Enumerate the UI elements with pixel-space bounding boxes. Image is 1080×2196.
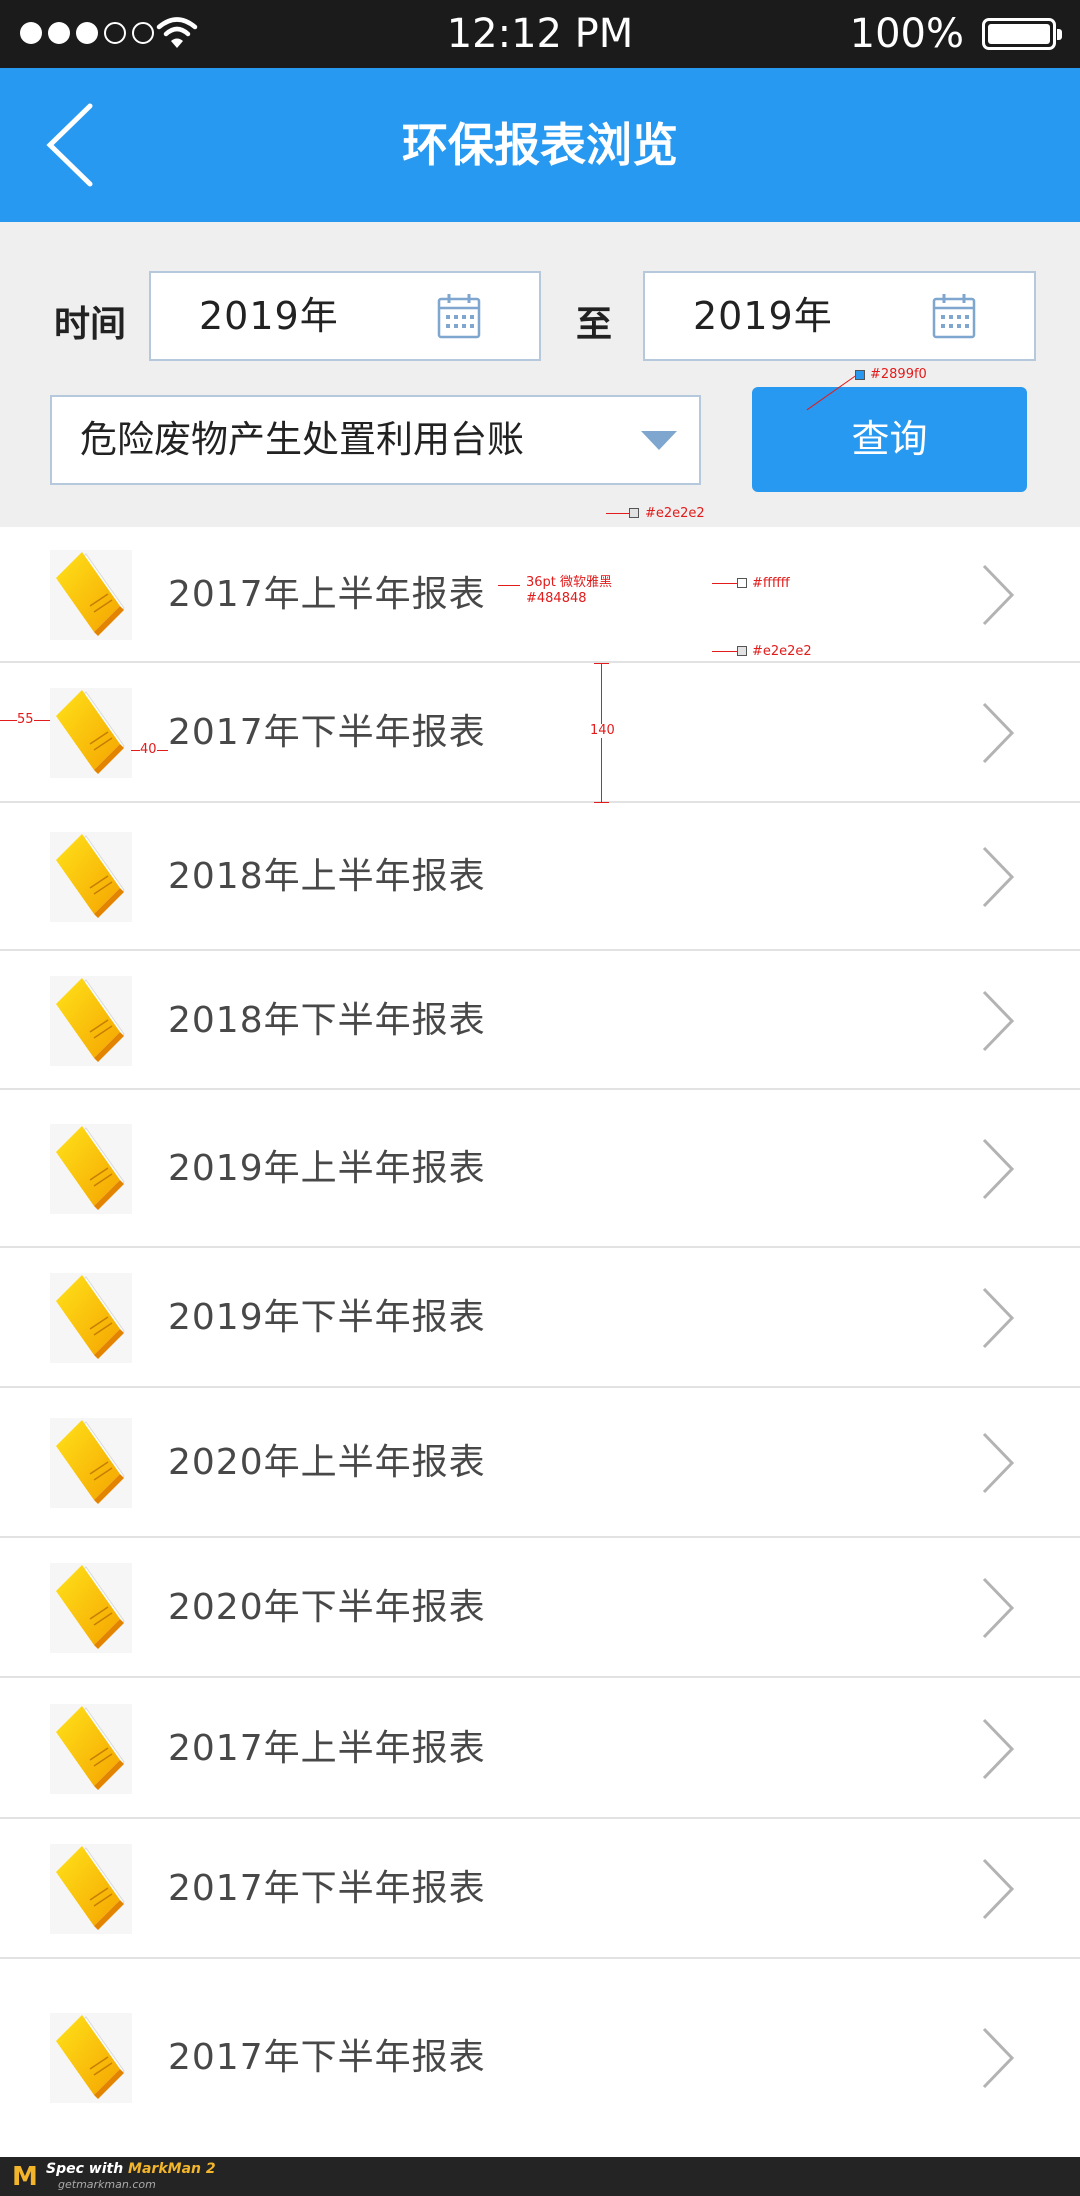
report-book-icon [50,976,132,1066]
battery-icon [982,18,1062,50]
calendar-icon[interactable] [932,293,976,339]
report-row[interactable]: 2017年下半年报表 [0,1959,1080,2157]
annotation-swatch [737,578,747,588]
annotation-row-height: 140 [590,723,615,738]
report-row-label: 2017年上半年报表 [168,1728,486,1769]
dropdown-triangle-icon [641,431,677,450]
chevron-right-icon [982,846,1015,908]
report-row[interactable]: 2017年下半年报表 [0,663,1080,803]
report-row[interactable]: 2019年上半年报表 [0,1090,1080,1248]
chevron-right-icon [982,702,1015,764]
report-row[interactable]: 2020年上半年报表 [0,1388,1080,1538]
report-book-icon [50,688,132,778]
annotation-leader [712,651,738,652]
annotation-divider-color: #e2e2e2 [645,506,705,521]
chevron-right-icon [982,1138,1015,1200]
annotation-divider-color-2: #e2e2e2 [752,644,812,659]
report-row-label: 2017年上半年报表 [168,574,486,615]
report-type-select[interactable]: 危险废物产生处置利用台账 [50,395,701,485]
query-button[interactable]: 查询 [752,387,1027,492]
report-row-label: 2019年上半年报表 [168,1148,486,1189]
end-date-value: 2019年 [693,294,833,338]
markman-footer: M Spec with MarkMan 2 getmarkman.com [0,2157,1080,2196]
report-row[interactable]: 2017年下半年报表 [0,1819,1080,1959]
report-row-label: 2020年上半年报表 [168,1442,486,1483]
battery-percent: 100% [849,11,964,57]
time-label: 时间 [54,304,127,345]
report-book-icon [50,1418,132,1508]
report-book-icon [50,2013,132,2103]
page-title: 环保报表浏览 [402,118,678,172]
chevron-right-icon [982,990,1015,1052]
report-book-icon [50,1563,132,1653]
annotation-leader [498,585,520,586]
report-row[interactable]: 2019年下半年报表 [0,1248,1080,1388]
calendar-icon[interactable] [437,293,481,339]
markman-logo: M [12,2162,38,2192]
report-book-icon [50,832,132,922]
annotation-button-color: #2899f0 [870,367,927,382]
chevron-right-icon [982,564,1015,626]
chevron-left-icon [46,103,93,187]
report-book-icon [50,550,132,640]
report-row[interactable]: 2018年下半年报表 [0,951,1080,1090]
annotation-swatch [629,508,639,518]
report-row[interactable]: 2017年上半年报表 [0,1678,1080,1819]
annotation-swatch [855,370,865,380]
start-date-input[interactable]: 2019年 [149,271,541,361]
end-date-input[interactable]: 2019年 [643,271,1036,361]
annotation-dimension-tick [594,663,609,664]
to-label: 至 [576,304,613,345]
footer-site: getmarkman.com [58,2178,156,2191]
report-row-label: 2017年下半年报表 [168,2037,486,2078]
annotation-row-bg: #ffffff [752,576,790,591]
report-row[interactable]: 2018年上半年报表 [0,803,1080,951]
chevron-right-icon [982,1287,1015,1349]
report-book-icon [50,1273,132,1363]
status-bar: 12:12 PM 100% [0,0,1080,68]
report-row[interactable]: 2020年下半年报表 [0,1538,1080,1678]
footer-spec-text: Spec with MarkMan 2 [46,2161,216,2177]
chevron-right-icon [982,1577,1015,1639]
report-book-icon [50,1844,132,1934]
annotation-font-spec: 36pt 微软雅黑 [526,575,613,590]
report-book-icon [50,1124,132,1214]
chevron-right-icon [982,1718,1015,1780]
start-date-value: 2019年 [199,294,339,338]
annotation-leader [606,513,630,514]
report-row-label: 2019年下半年报表 [168,1297,486,1338]
report-row-label: 2017年下半年报表 [168,1868,486,1909]
report-row-label: 2018年上半年报表 [168,856,486,897]
chevron-right-icon [982,2027,1015,2089]
annotation-left-margin: 55 [17,712,34,727]
report-book-icon [50,1704,132,1794]
annotation-font-color: #484848 [526,591,587,606]
report-row-label: 2017年下半年报表 [168,712,486,753]
chevron-right-icon [982,1858,1015,1920]
annotation-swatch [737,646,747,656]
annotation-icon-gap: 40 [140,742,157,757]
back-button[interactable] [40,100,110,190]
report-row-label: 2020年下半年报表 [168,1587,486,1628]
report-row-label: 2018年下半年报表 [168,1000,486,1041]
chevron-right-icon [982,1432,1015,1494]
annotation-leader [712,583,738,584]
annotation-dimension-tick [594,802,609,803]
nav-bar: 环保报表浏览 [0,68,1080,222]
report-type-value: 危险废物产生处置利用台账 [80,418,524,461]
